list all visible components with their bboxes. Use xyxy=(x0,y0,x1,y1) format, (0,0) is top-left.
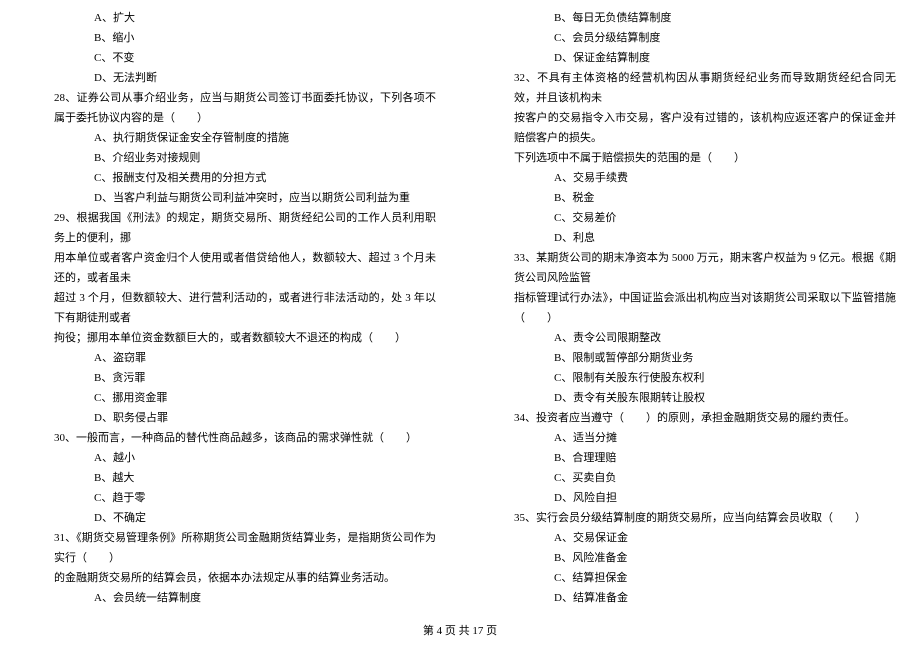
q33-option-b: B、限制或暂停部分期货业务 xyxy=(484,348,896,368)
q31-line-2: 的金融期货交易所的结算会员，依据本办法规定从事的结算业务活动。 xyxy=(24,568,436,588)
q33-option-c: C、限制有关股东行使股东权利 xyxy=(484,368,896,388)
q29-option-a: A、盗窃罪 xyxy=(24,348,436,368)
q27-option-d: D、无法判断 xyxy=(24,68,436,88)
q32-option-b: B、税金 xyxy=(484,188,896,208)
q32-option-d: D、利息 xyxy=(484,228,896,248)
page-footer: 第 4 页 共 17 页 xyxy=(0,622,920,638)
q29-line-4: 拘役；挪用本单位资金数额巨大的，或者数额较大不退还的构成（ ） xyxy=(24,328,436,348)
q33-line-1: 33、某期货公司的期末净资本为 5000 万元，期末客户权益为 9 亿元。根据《… xyxy=(484,248,896,288)
q32-line-1: 32、不具有主体资格的经营机构因从事期货经纪业务而导致期货经纪合同无效，并且该机… xyxy=(484,68,896,108)
q33-option-a: A、责令公司限期整改 xyxy=(484,328,896,348)
q35-option-c: C、结算担保金 xyxy=(484,568,896,588)
q33-line-2: 指标管理试行办法》，中国证监会派出机构应当对该期货公司采取以下监管措施（ ） xyxy=(484,288,896,328)
q31-option-d: D、保证金结算制度 xyxy=(484,48,896,68)
q32-line-3: 下列选项中不属于赔偿损失的范围的是（ ） xyxy=(484,148,896,168)
q31-option-a: A、会员统一结算制度 xyxy=(24,588,436,608)
q30-option-a: A、越小 xyxy=(24,448,436,468)
q29-line-2: 用本单位或者客户资金归个人使用或者借贷给他人，数额较大、超过 3 个月未还的，或… xyxy=(24,248,436,288)
right-column: B、每日无负债结算制度 C、会员分级结算制度 D、保证金结算制度 32、不具有主… xyxy=(460,8,920,608)
q27-option-c: C、不变 xyxy=(24,48,436,68)
q27-option-a: A、扩大 xyxy=(24,8,436,28)
q35-option-d: D、结算准备金 xyxy=(484,588,896,608)
q34-option-c: C、买卖自负 xyxy=(484,468,896,488)
q35-option-b: B、风险准备金 xyxy=(484,548,896,568)
q32-option-a: A、交易手续费 xyxy=(484,168,896,188)
q31-option-b: B、每日无负债结算制度 xyxy=(484,8,896,28)
q30-text: 30、一般而言，一种商品的替代性商品越多，该商品的需求弹性就（ ） xyxy=(24,428,436,448)
q28-option-b: B、介绍业务对接规则 xyxy=(24,148,436,168)
q29-option-b: B、贪污罪 xyxy=(24,368,436,388)
q35-text: 35、实行会员分级结算制度的期货交易所，应当向结算会员收取（ ） xyxy=(484,508,896,528)
q34-text: 34、投资者应当遵守（ ）的原则，承担金融期货交易的履约责任。 xyxy=(484,408,896,428)
q34-option-d: D、风险自担 xyxy=(484,488,896,508)
page-content: A、扩大 B、缩小 C、不变 D、无法判断 28、证券公司从事介绍业务，应当与期… xyxy=(0,0,920,608)
q32-option-c: C、交易差价 xyxy=(484,208,896,228)
q31-option-c: C、会员分级结算制度 xyxy=(484,28,896,48)
q30-option-b: B、越大 xyxy=(24,468,436,488)
q29-line-3: 超过 3 个月，但数额较大、进行营利活动的，或者进行非法活动的，处 3 年以下有… xyxy=(24,288,436,328)
q29-option-c: C、挪用资金罪 xyxy=(24,388,436,408)
q33-option-d: D、责令有关股东限期转让股权 xyxy=(484,388,896,408)
q28-option-d: D、当客户利益与期货公司利益冲突时，应当以期货公司利益为重 xyxy=(24,188,436,208)
q30-option-c: C、趋于零 xyxy=(24,488,436,508)
q29-line-1: 29、根据我国《刑法》的规定，期货交易所、期货经纪公司的工作人员利用职务上的便利… xyxy=(24,208,436,248)
q30-option-d: D、不确定 xyxy=(24,508,436,528)
q31-line-1: 31、《期货交易管理条例》所称期货公司金融期货结算业务，是指期货公司作为实行（ … xyxy=(24,528,436,568)
q28-option-a: A、执行期货保证金安全存管制度的措施 xyxy=(24,128,436,148)
q27-option-b: B、缩小 xyxy=(24,28,436,48)
q35-option-a: A、交易保证金 xyxy=(484,528,896,548)
q34-option-b: B、合理理赔 xyxy=(484,448,896,468)
q32-line-2: 按客户的交易指令入市交易，客户没有过错的，该机构应返还客户的保证金并赔偿客户的损… xyxy=(484,108,896,148)
q29-option-d: D、职务侵占罪 xyxy=(24,408,436,428)
q28-text: 28、证券公司从事介绍业务，应当与期货公司签订书面委托协议，下列各项不属于委托协… xyxy=(24,88,436,128)
q34-option-a: A、适当分摊 xyxy=(484,428,896,448)
left-column: A、扩大 B、缩小 C、不变 D、无法判断 28、证券公司从事介绍业务，应当与期… xyxy=(0,8,460,608)
q28-option-c: C、报酬支付及相关费用的分担方式 xyxy=(24,168,436,188)
